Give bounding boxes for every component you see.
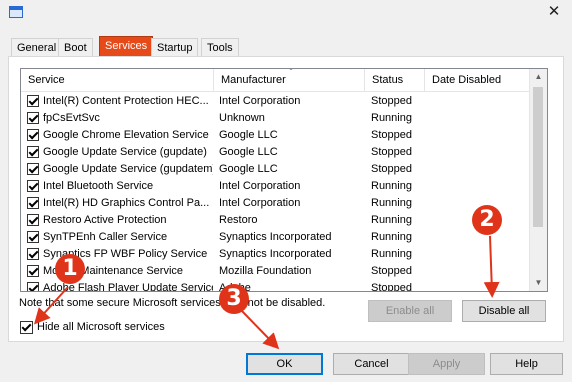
annotation-arrow-2 — [483, 235, 500, 298]
annotation-arrow-1 — [33, 286, 69, 325]
annotation-badge-1: 1 — [55, 254, 85, 284]
annotation-badge-2: 2 — [472, 205, 502, 235]
annotation-arrows — [33, 235, 500, 350]
annotation-badge-3: 3 — [219, 284, 249, 314]
annotation-arrow-3 — [240, 309, 280, 350]
